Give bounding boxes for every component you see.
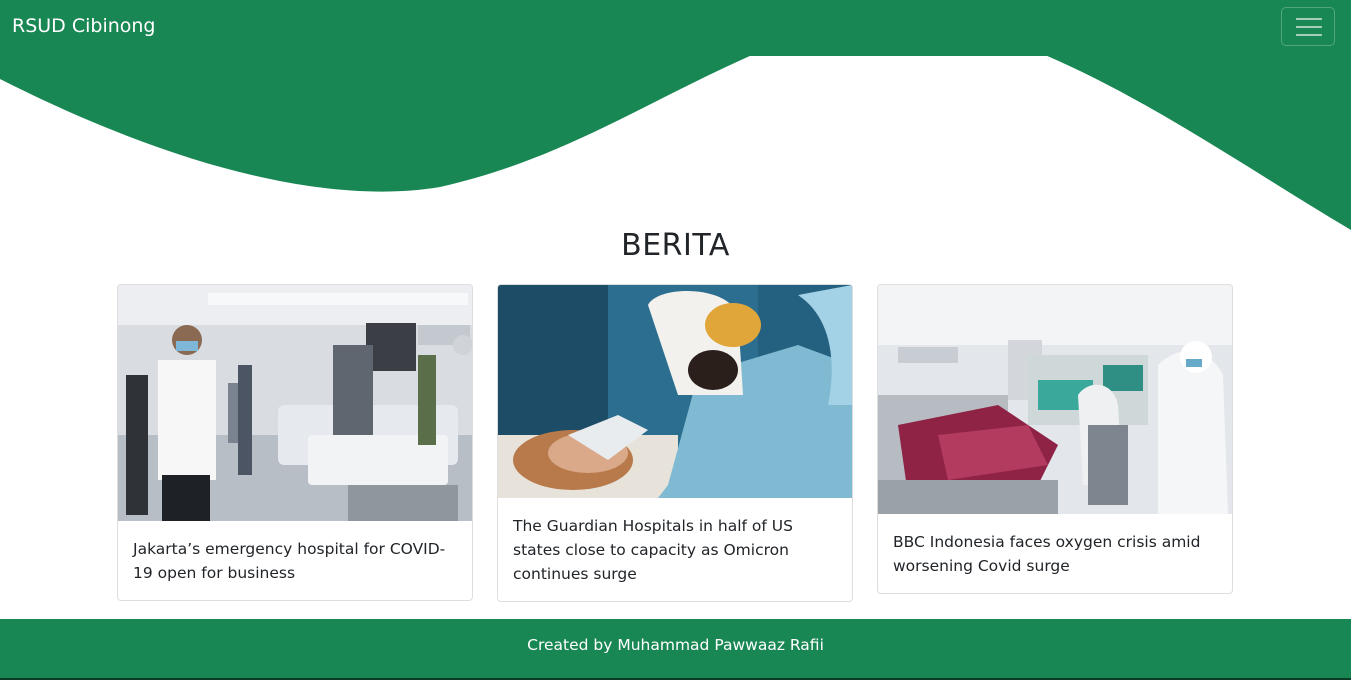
news-card[interactable]: The Guardian Hospitals in half of US sta… xyxy=(497,284,853,602)
news-card-body: BBC Indonesia faces oxygen crisis amid w… xyxy=(878,514,1232,593)
news-card-body: The Guardian Hospitals in half of US sta… xyxy=(498,498,852,601)
section-title: BERITA xyxy=(621,228,730,263)
news-image xyxy=(118,285,472,521)
news-title: BBC Indonesia faces oxygen crisis amid w… xyxy=(893,533,1201,575)
news-image xyxy=(498,285,852,498)
news-card[interactable]: BBC Indonesia faces oxygen crisis amid w… xyxy=(877,284,1233,594)
footer: Created by Muhammad Pawwaaz Rafii xyxy=(0,619,1351,680)
hamburger-menu-icon xyxy=(1296,18,1322,36)
news-card-body: Jakarta’s emergency hospital for COVID-1… xyxy=(118,521,472,600)
navbar-toggle-button[interactable] xyxy=(1281,7,1335,46)
header-wave xyxy=(0,55,1351,230)
footer-credit: Created by Muhammad Pawwaaz Rafii xyxy=(527,636,824,654)
brand-link[interactable]: RSUD Cibinong xyxy=(12,15,156,37)
news-image xyxy=(878,285,1232,514)
news-title: The Guardian Hospitals in half of US sta… xyxy=(513,517,793,583)
news-title: Jakarta’s emergency hospital for COVID-1… xyxy=(133,540,446,582)
navbar: RSUD Cibinong xyxy=(0,0,1351,56)
news-card[interactable]: Jakarta’s emergency hospital for COVID-1… xyxy=(117,284,473,601)
